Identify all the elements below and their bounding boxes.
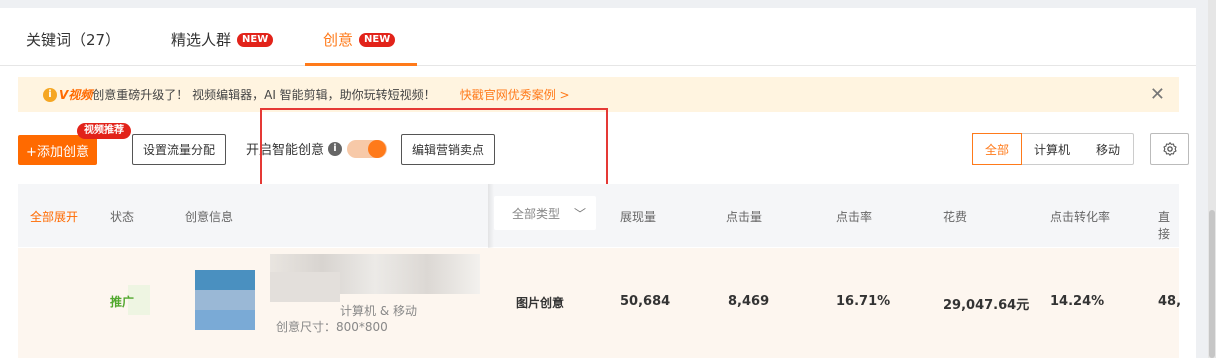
tab-creative[interactable]: 创意 NEW — [323, 29, 396, 50]
tab-audience[interactable]: 精选人群 NEW — [171, 29, 274, 50]
tab-keywords[interactable]: 关键词（27） — [26, 29, 120, 50]
col-status: 状态 — [110, 210, 135, 224]
tab-bar: 关键词（27） 精选人群 NEW 创意 NEW — [0, 8, 1196, 66]
cost-value: 29,047.64元 — [943, 298, 1030, 313]
new-badge: NEW — [359, 32, 396, 47]
col-impressions: 展现量 — [620, 210, 657, 224]
type-select-value: 全部类型 — [512, 206, 561, 221]
direct-value: 48, — [1158, 294, 1182, 309]
active-tab-indicator — [305, 63, 417, 66]
video-brand-logo: V视频 — [59, 88, 93, 102]
notice-banner: i V视频 创意重磅升级了！ 视频编辑器，AI 智能剪辑，助你玩转短视频！ 快戳… — [18, 77, 1179, 112]
tab-audience-label: 精选人群 — [171, 31, 232, 49]
gear-icon — [1162, 142, 1177, 156]
expand-all-link[interactable]: 全部展开 — [30, 208, 78, 225]
cvr-value: 14.24% — [1050, 294, 1105, 309]
add-creative-button[interactable]: +添加创意 — [18, 135, 97, 165]
col-direct: 直接 — [1158, 210, 1171, 241]
close-icon[interactable]: ✕ — [1150, 84, 1165, 105]
col-ctr: 点击率 — [836, 210, 873, 224]
creative-device: 计算机 & 移动 — [340, 304, 417, 318]
table-header: 全部展开 状态 创意信息 全部类型 ﹀ 展现量 点击量 点击率 花费 点击转化率… — [18, 184, 1179, 358]
col-creative-info: 创意信息 — [185, 210, 234, 224]
col-cvr: 点击转化率 — [1050, 210, 1111, 224]
scrollbar-thumb[interactable] — [1209, 210, 1215, 358]
impressions-value: 50,684 — [620, 294, 671, 309]
filter-all[interactable]: 全部 — [972, 133, 1022, 165]
info-icon: i — [43, 87, 57, 102]
col-clicks: 点击量 — [726, 210, 763, 224]
new-badge: NEW — [237, 32, 274, 47]
creative-type-select[interactable]: 全部类型 ﹀ — [494, 196, 596, 230]
col-cost: 花费 — [943, 210, 968, 224]
status-value: 推广 — [110, 295, 135, 309]
tab-keywords-label: 关键词（27） — [26, 31, 121, 49]
video-recommend-badge: 视频推荐 — [77, 123, 131, 139]
clicks-value: 8,469 — [728, 294, 770, 309]
blurred-creative-text — [270, 272, 340, 302]
device-filter: 全部 计算机 移动 — [972, 133, 1134, 165]
filter-mobile[interactable]: 移动 — [1083, 134, 1133, 164]
creative-type: 图片创意 — [516, 296, 565, 310]
page-scrollbar[interactable] — [1208, 0, 1216, 358]
creative-size: 创意尺寸：800*800 — [276, 320, 388, 334]
table-row[interactable]: 推广 计算机 & 移动 创意尺寸：800*800 图片创意 50,684 8,4… — [18, 248, 1182, 358]
cases-link[interactable]: 快戳官网优秀案例 > — [460, 86, 570, 103]
filter-computer[interactable]: 计算机 — [1021, 134, 1083, 164]
tab-creative-label: 创意 — [323, 31, 354, 49]
chevron-down-icon: ﹀ — [573, 207, 586, 221]
traffic-allocation-button[interactable]: 设置流量分配 — [132, 134, 226, 165]
notice-text: 创意重磅升级了！ 视频编辑器，AI 智能剪辑，助你玩转短视频！ — [92, 88, 436, 102]
ctr-value: 16.71% — [836, 294, 891, 309]
settings-button[interactable] — [1150, 133, 1189, 165]
creative-thumbnail[interactable] — [195, 270, 255, 330]
